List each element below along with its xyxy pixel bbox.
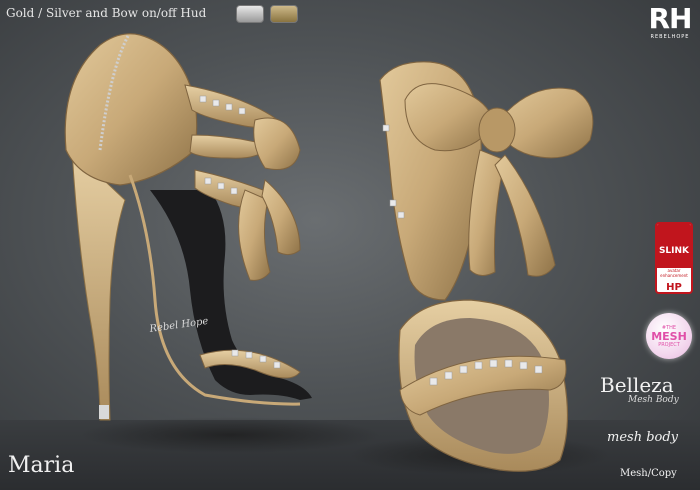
mesh-line2: MESH (651, 330, 687, 343)
right-shoe (379, 61, 594, 472)
slink-name: SLINK (657, 224, 691, 268)
product-name: Maria (8, 453, 75, 478)
shoes-illustration: Rebel Hope (64, 33, 610, 475)
tmesh-logo: mesh body (607, 430, 679, 445)
slink-badge: SLINK avatar enhancement HP (655, 222, 693, 294)
belleza-subtitle: Mesh Body (628, 395, 679, 405)
belleza-logo: Belleza (600, 373, 674, 397)
license-text: Mesh/Copy (620, 468, 677, 479)
slink-subtitle: avatar enhancement (660, 268, 688, 278)
mesh-project-badge: #THE MESH PROJECT (646, 313, 692, 359)
left-shoe: Rebel Hope (64, 33, 312, 421)
left-shoe-shadow (80, 417, 380, 453)
slink-mark: HP (666, 282, 682, 293)
